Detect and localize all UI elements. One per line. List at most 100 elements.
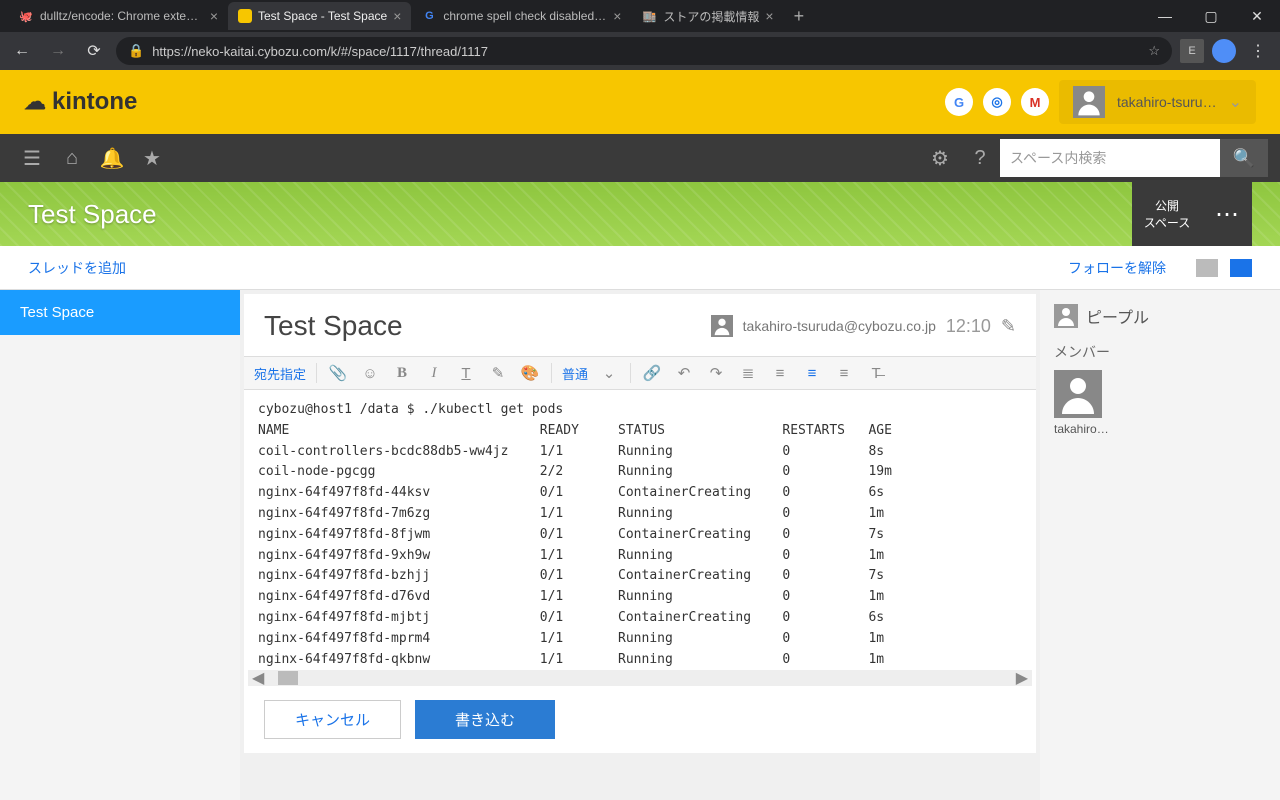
chevron-down-icon: ⌄	[1229, 92, 1242, 112]
space-title: Test Space	[28, 199, 157, 230]
editor-body[interactable]: cybozu@host1 /data $ ./kubectl get pods …	[244, 390, 1036, 670]
edit-icon[interactable]: ✎	[1001, 316, 1016, 337]
scroll-left-icon[interactable]: ◀	[248, 668, 268, 688]
tab-title: ストアの掲載情報	[663, 8, 759, 25]
palette-icon[interactable]: 🎨	[519, 364, 541, 382]
members-label: メンバー	[1054, 342, 1266, 362]
sub-toolbar: スレッドを追加 フォローを解除	[0, 246, 1280, 290]
editor-toolbar: 宛先指定 📎 ☺ B I T ✎ 🎨 普通 ⌄ 🔗 ↶ ↷ ≣ ≡ ≡ ≡	[244, 356, 1036, 390]
bell-icon[interactable]: 🔔	[92, 146, 132, 171]
highlight-button[interactable]: ✎	[487, 364, 509, 382]
align-left-icon[interactable]: ≡	[801, 365, 823, 382]
google-app-icon[interactable]: G	[945, 88, 973, 116]
brand-text: kintone	[52, 88, 137, 116]
forward-button[interactable]: →	[44, 42, 72, 60]
submit-button[interactable]: 書き込む	[415, 700, 555, 739]
unfollow-link[interactable]: フォローを解除	[1068, 258, 1166, 278]
close-window-button[interactable]: ✕	[1234, 0, 1280, 32]
cancel-button[interactable]: キャンセル	[264, 700, 401, 739]
thread-list: Test Space	[0, 290, 240, 800]
list-ol-icon[interactable]: ≡	[769, 365, 791, 382]
text-color-button[interactable]: T	[455, 365, 477, 382]
thread-title: Test Space	[264, 310, 403, 342]
publish-label[interactable]: 公開 スペース	[1132, 182, 1202, 246]
member-name: takahiro…	[1054, 422, 1112, 436]
member-item[interactable]: takahiro…	[1054, 370, 1266, 436]
emoji-icon[interactable]: ☺	[359, 365, 381, 382]
chrome-menu-icon[interactable]: ⋮	[1244, 41, 1272, 61]
help-icon[interactable]: ?	[960, 147, 1000, 170]
chrome-titlebar: 🐙 dulltz/encode: Chrome extension... × T…	[0, 0, 1280, 32]
font-size-button[interactable]: 普通	[562, 364, 588, 383]
link-icon[interactable]: 🔗	[641, 364, 663, 382]
store-icon: 🏬	[641, 8, 657, 24]
user-menu[interactable]: takahiro-tsuru… ⌄	[1059, 80, 1256, 124]
align-center-icon[interactable]: ≡	[833, 365, 855, 382]
back-button[interactable]: ←	[8, 42, 36, 60]
circle-app-icon[interactable]: ◎	[983, 88, 1011, 116]
reload-button[interactable]: ⟳	[80, 41, 108, 61]
user-avatar-icon	[1073, 86, 1105, 118]
thread-author: takahiro-tsuruda@cybozu.co.jp	[743, 318, 936, 334]
mention-button[interactable]: 宛先指定	[254, 364, 306, 383]
space-header: Test Space 公開 スペース ⋯	[0, 182, 1280, 246]
chrome-addressbar: ← → ⟳ 🔒 https://neko-kaitai.cybozu.com/k…	[0, 32, 1280, 70]
close-icon[interactable]: ×	[613, 8, 621, 24]
cloud-icon: ☁	[24, 89, 46, 115]
add-thread-link[interactable]: スレッドを追加	[28, 258, 126, 278]
search-input[interactable]: スペース内検索	[1000, 139, 1220, 177]
thread-time: 12:10	[946, 316, 991, 337]
close-icon[interactable]: ×	[765, 8, 773, 24]
italic-button[interactable]: I	[423, 365, 445, 382]
more-menu-icon[interactable]: ⋯	[1202, 182, 1252, 246]
star-icon[interactable]: ★	[132, 146, 172, 171]
people-sidebar: ピープル メンバー takahiro…	[1040, 290, 1280, 800]
browser-tab-3[interactable]: 🏬 ストアの掲載情報 ×	[631, 2, 783, 30]
search-button[interactable]: 🔍	[1220, 139, 1268, 177]
mail-app-icon[interactable]: M	[1021, 88, 1049, 116]
browser-tab-0[interactable]: 🐙 dulltz/encode: Chrome extension... ×	[8, 2, 228, 30]
minimize-button[interactable]: —	[1142, 0, 1188, 32]
kintone-header: ☁ kintone G ◎ M takahiro-tsuru… ⌄	[0, 70, 1280, 134]
thread-view: Test Space takahiro-tsuruda@cybozu.co.jp…	[240, 290, 1040, 800]
tab-title: chrome spell check disabled - Go	[443, 9, 607, 23]
scroll-right-icon[interactable]: ▶	[1012, 668, 1032, 688]
bookmark-star-icon[interactable]: ☆	[1148, 43, 1160, 59]
home-icon[interactable]: ⌂	[52, 147, 92, 170]
user-name: takahiro-tsuru…	[1117, 94, 1217, 110]
close-icon[interactable]: ×	[393, 8, 401, 24]
profile-avatar[interactable]	[1212, 39, 1236, 63]
kintone-nav: ☰ ⌂ 🔔 ★ ⚙ ? スペース内検索 🔍	[0, 134, 1280, 182]
thread-tab-active[interactable]: Test Space	[0, 290, 240, 335]
main-content: Test Space Test Space takahiro-tsuruda@c…	[0, 290, 1280, 800]
browser-tab-2[interactable]: G chrome spell check disabled - Go ×	[411, 2, 631, 30]
member-avatar-icon	[1054, 370, 1102, 418]
tab-title: Test Space - Test Space	[258, 9, 387, 23]
people-icon	[1054, 304, 1078, 328]
attach-icon[interactable]: 📎	[327, 364, 349, 382]
redo-icon[interactable]: ↷	[705, 364, 727, 382]
clear-format-icon[interactable]: T̶	[865, 365, 887, 382]
close-icon[interactable]: ×	[210, 8, 218, 24]
new-tab-button[interactable]: +	[784, 6, 815, 27]
people-title: ピープル	[1086, 304, 1149, 328]
view-layout-2[interactable]	[1230, 259, 1252, 277]
chevron-down-icon[interactable]: ⌄	[598, 364, 620, 382]
browser-tab-1[interactable]: Test Space - Test Space ×	[228, 2, 411, 30]
google-icon: G	[421, 8, 437, 24]
url-text: https://neko-kaitai.cybozu.com/k/#/space…	[152, 44, 488, 59]
author-avatar-icon	[711, 315, 733, 337]
view-layout-1[interactable]	[1196, 259, 1218, 277]
menu-icon[interactable]: ☰	[12, 146, 52, 171]
extension-e[interactable]: E	[1180, 39, 1204, 63]
kintone-logo[interactable]: ☁ kintone	[24, 88, 137, 116]
horizontal-scrollbar[interactable]: ◀ ▶	[248, 670, 1032, 686]
tab-title: dulltz/encode: Chrome extension...	[40, 9, 204, 23]
gear-icon[interactable]: ⚙	[920, 146, 960, 171]
list-ul-icon[interactable]: ≣	[737, 364, 759, 382]
url-bar[interactable]: 🔒 https://neko-kaitai.cybozu.com/k/#/spa…	[116, 37, 1172, 65]
undo-icon[interactable]: ↶	[673, 364, 695, 382]
bold-button[interactable]: B	[391, 365, 413, 382]
github-icon: 🐙	[18, 8, 34, 24]
maximize-button[interactable]: ▢	[1188, 0, 1234, 32]
